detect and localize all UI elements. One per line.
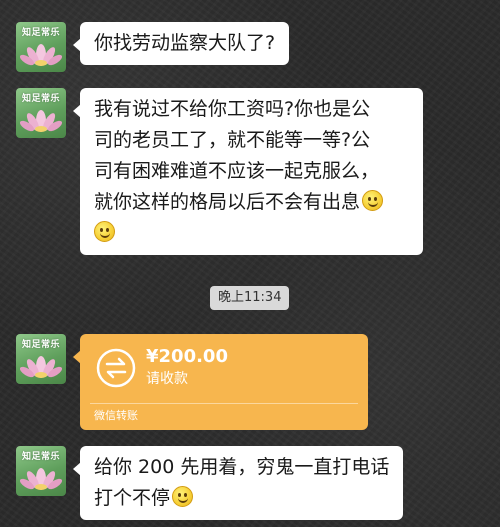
avatar-label: 知足常乐	[21, 340, 60, 350]
message-line: 就你这样的格局以后不会有出息	[94, 191, 361, 213]
contact-avatar[interactable]: 知足常乐	[16, 334, 66, 384]
contact-avatar[interactable]: 知足常乐	[16, 446, 66, 496]
message-text: 你找劳动监察大队了?	[94, 32, 276, 54]
transfer-card[interactable]: ¥200.00 请收款 微信转账	[73, 334, 368, 430]
smile-emoji-icon	[172, 486, 194, 507]
transfer-arrows-icon	[96, 348, 136, 388]
transfer-status: 请收款	[146, 371, 188, 387]
smile-emoji-icon	[94, 221, 115, 242]
message-line: 打个不停	[94, 487, 171, 509]
contact-avatar[interactable]: 知足常乐	[16, 22, 66, 72]
transfer-footer: 微信转账	[94, 409, 138, 422]
message-bubble[interactable]: 你找劳动监察大队了?	[72, 22, 290, 65]
avatar-label: 知足常乐	[21, 452, 60, 462]
smile-emoji-icon	[362, 190, 384, 211]
avatar-label: 知足常乐	[21, 94, 60, 104]
message-line: 司有困难难道不应该一起克服么，	[94, 160, 380, 182]
message-bubble[interactable]: 我有说过不给你工资吗?你也是公 司的老员工了，就不能等一等?公 司有困难难道不应…	[73, 88, 423, 255]
message-line: 司的老员工了，就不能等一等?公	[94, 129, 371, 151]
transfer-amount: ¥200.00	[146, 346, 228, 367]
message-timestamp: 晚上11:34	[210, 286, 290, 310]
transfer-divider	[90, 403, 358, 404]
contact-avatar[interactable]: 知足常乐	[16, 88, 66, 138]
message-bubble[interactable]: 给你 200 先用着，穷鬼一直打电话 打个不停	[72, 446, 404, 520]
message-line: 我有说过不给你工资吗?你也是公	[94, 98, 371, 120]
message-line: 给你 200 先用着，穷鬼一直打电话	[94, 456, 390, 478]
avatar-label: 知足常乐	[21, 28, 60, 38]
